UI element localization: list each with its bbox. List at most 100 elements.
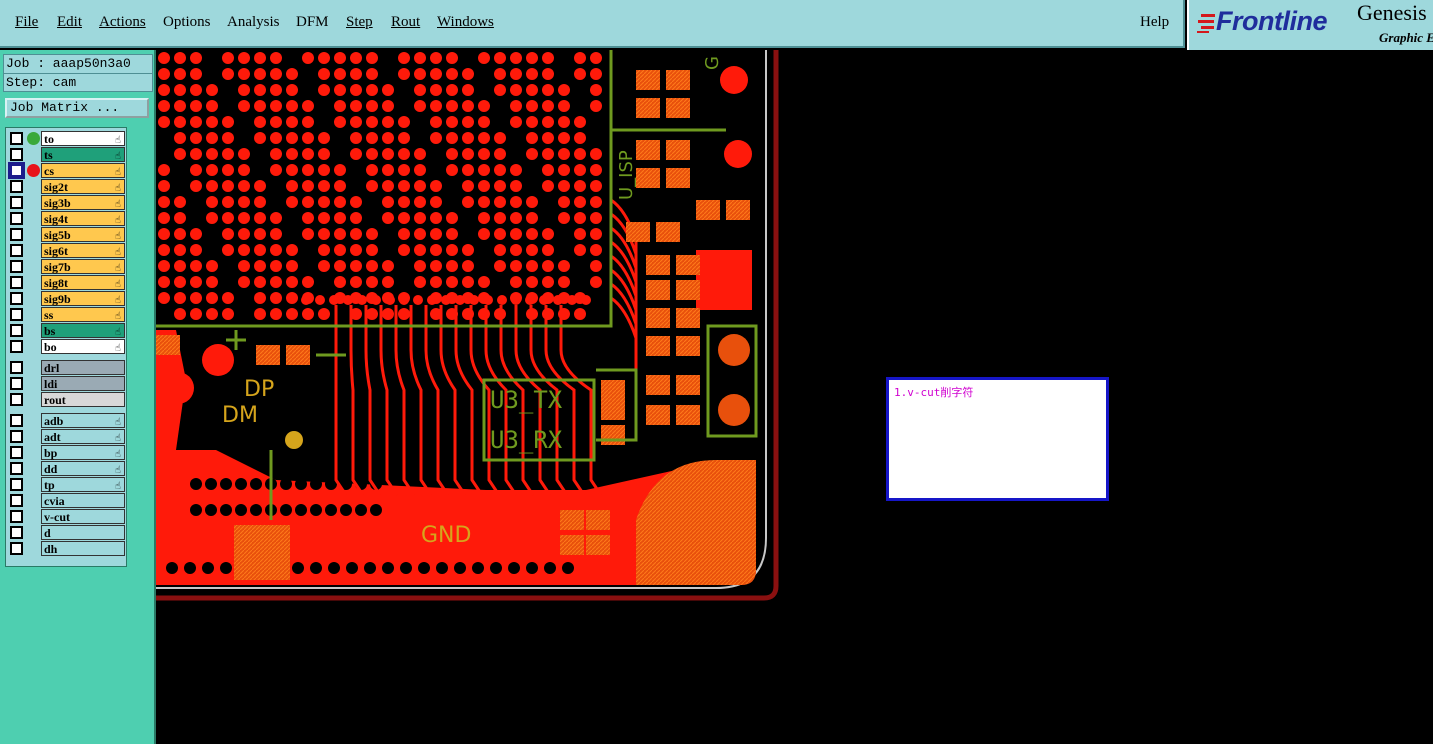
layer-row-cs[interactable]: cs ☝ [8,163,126,178]
layer-name[interactable]: sig2t ☝ [41,179,125,194]
layer-checkbox[interactable] [10,244,23,257]
via-pad [558,116,570,128]
layer-name[interactable]: drl [41,360,125,375]
layer-name[interactable]: sig5b ☝ [41,227,125,242]
layer-checkbox[interactable] [10,393,23,406]
menu-help[interactable]: Help [1140,14,1169,31]
layer-checkbox[interactable] [10,180,23,193]
layer-name[interactable]: adb ☝ [41,413,125,428]
layer-name[interactable]: dh [41,541,125,556]
layer-row-ts[interactable]: ts ☝ [8,147,126,162]
menu-file[interactable]: File [15,14,38,31]
layer-name[interactable]: v-cut [41,509,125,524]
menu-rout[interactable]: Rout [391,14,420,31]
layer-name[interactable]: d [41,525,125,540]
via-pad [190,164,202,176]
layer-checkbox[interactable] [10,430,23,443]
layer-checkbox[interactable] [10,462,23,475]
layer-row-cvia[interactable]: cvia [8,493,126,508]
layer-row-adt[interactable]: adt ☝ [8,429,126,444]
via-pad [350,196,362,208]
layer-row-adb[interactable]: adb ☝ [8,413,126,428]
layer-row-d[interactable]: d [8,525,126,540]
layer-name[interactable]: rout [41,392,125,407]
menu-analysis[interactable]: Analysis [227,14,280,31]
layer-row-drl[interactable]: drl [8,360,126,375]
layer-name[interactable]: ldi [41,376,125,391]
layer-checkbox[interactable] [10,212,23,225]
layer-row-dh[interactable]: dh [8,541,126,556]
layer-row-sig7b[interactable]: sig7b ☝ [8,259,126,274]
layer-name[interactable]: cvia [41,493,125,508]
via-pad [286,180,298,192]
layer-checkbox[interactable] [10,292,23,305]
layer-row-v-cut[interactable]: v-cut [8,509,126,524]
layer-checkbox[interactable] [10,414,23,427]
layer-checkbox[interactable] [10,361,23,374]
layer-name[interactable]: sig8t ☝ [41,275,125,290]
graphic-canvas[interactable]: DP DM GND U3_TX U3_RX U_ISP G [156,50,1433,744]
layer-row-sig3b[interactable]: sig3b ☝ [8,195,126,210]
layer-name[interactable]: to ☝ [41,131,125,146]
layer-row-sig6t[interactable]: sig6t ☝ [8,243,126,258]
layer-name[interactable]: sig7b ☝ [41,259,125,274]
layer-name[interactable]: cs ☝ [41,163,125,178]
pcb-view[interactable]: DP DM GND U3_TX U3_RX U_ISP G [156,50,796,610]
layer-name[interactable]: sig9b ☝ [41,291,125,306]
menu-dfm[interactable]: DFM [296,14,329,31]
layer-checkbox[interactable] [10,340,23,353]
job-matrix-button[interactable]: Job Matrix ... [5,98,149,118]
layer-row-ss[interactable]: ss ☝ [8,307,126,322]
layer-checkbox[interactable] [10,377,23,390]
layer-name[interactable]: ss ☝ [41,307,125,322]
menu-actions[interactable]: Actions [99,14,146,31]
layer-name[interactable]: bp ☝ [41,445,125,460]
layer-row-bp[interactable]: bp ☝ [8,445,126,460]
layer-checkbox[interactable] [10,196,23,209]
note-popup[interactable]: 1.v-cut削字符 [886,377,1109,501]
layer-row-sig8t[interactable]: sig8t ☝ [8,275,126,290]
layer-name[interactable]: bo ☝ [41,339,125,354]
layer-checkbox[interactable] [10,260,23,273]
menu-edit[interactable]: Edit [57,14,82,31]
layer-checkbox[interactable] [10,148,23,161]
layer-checkbox[interactable] [10,510,23,523]
layer-checkbox[interactable] [10,132,23,145]
layer-name[interactable]: dd ☝ [41,461,125,476]
layer-checkbox[interactable] [10,542,23,555]
layer-row-sig2t[interactable]: sig2t ☝ [8,179,126,194]
layer-row-ldi[interactable]: ldi [8,376,126,391]
layer-checkbox[interactable] [10,164,23,177]
via-hole [205,478,217,490]
layer-name[interactable]: tp ☝ [41,477,125,492]
layer-checkbox[interactable] [10,526,23,539]
layer-checkbox[interactable] [10,228,23,241]
layer-checkbox[interactable] [10,308,23,321]
layer-row-sig4t[interactable]: sig4t ☝ [8,211,126,226]
via-pad [302,116,314,128]
layer-name[interactable]: sig4t ☝ [41,211,125,226]
layer-row-dd[interactable]: dd ☝ [8,461,126,476]
layer-name[interactable]: sig3b ☝ [41,195,125,210]
layer-row-bs[interactable]: bs ☝ [8,323,126,338]
layer-checkbox[interactable] [10,494,23,507]
layer-name[interactable]: adt ☝ [41,429,125,444]
menu-windows[interactable]: Windows [437,14,494,31]
layer-row-sig9b[interactable]: sig9b ☝ [8,291,126,306]
layer-name[interactable]: bs ☝ [41,323,125,338]
layer-checkbox[interactable] [10,324,23,337]
menu-options[interactable]: Options [163,14,211,31]
layer-row-sig5b[interactable]: sig5b ☝ [8,227,126,242]
layer-checkbox[interactable] [10,446,23,459]
menu-step[interactable]: Step [346,14,373,31]
layer-row-bo[interactable]: bo ☝ [8,339,126,354]
via-pad [222,180,234,192]
menu-edit-label: Edit [57,14,82,30]
layer-name[interactable]: ts ☝ [41,147,125,162]
layer-row-tp[interactable]: tp ☝ [8,477,126,492]
layer-name[interactable]: sig6t ☝ [41,243,125,258]
layer-row-rout[interactable]: rout [8,392,126,407]
layer-checkbox[interactable] [10,276,23,289]
layer-row-to[interactable]: to ☝ [8,131,126,146]
layer-checkbox[interactable] [10,478,23,491]
